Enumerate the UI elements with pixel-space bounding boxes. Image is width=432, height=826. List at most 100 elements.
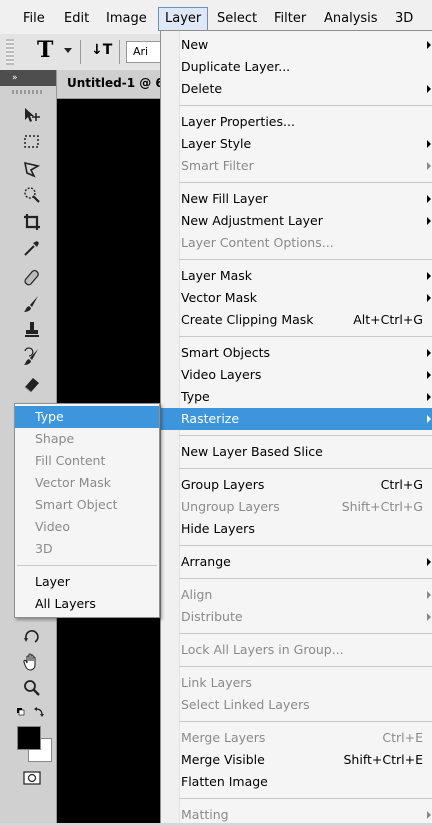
submenu-arrow-icon [427, 140, 431, 148]
menu-item-label: Layer Content Options... [181, 235, 334, 250]
rasterize-video[interactable]: Video [15, 516, 159, 538]
layer-menu-smart-objects[interactable]: Smart Objects [161, 342, 432, 364]
menu-item-label: Align [181, 587, 213, 602]
rasterize-all-layers[interactable]: All Layers [15, 593, 159, 615]
layer-menu-layer-content-options[interactable]: Layer Content Options... [161, 232, 432, 254]
rasterize-fill-content[interactable]: Fill Content [15, 450, 159, 472]
tool-preset-dropdown-icon[interactable] [64, 48, 72, 53]
layer-menu-ungroup-layers[interactable]: Ungroup Layers Shift+Ctrl+G [161, 496, 432, 518]
layer-menu-new[interactable]: New [161, 34, 432, 56]
layer-menu-lock-all-layers-in-group[interactable]: Lock All Layers in Group... [161, 639, 432, 661]
clone-stamp-tool-icon[interactable] [22, 320, 42, 340]
menu-layer[interactable]: Layer [158, 7, 209, 31]
menu-separator [179, 467, 432, 469]
menu-item-label: Link Layers [181, 675, 252, 690]
layer-menu-new-adjustment-layer[interactable]: New Adjustment Layer [161, 210, 432, 232]
rasterize-vector-mask[interactable]: Vector Mask [15, 472, 159, 494]
menu-separator [179, 434, 432, 436]
layer-menu-rasterize[interactable]: Rasterize [161, 408, 432, 430]
rasterize-shape[interactable]: Shape [15, 428, 159, 450]
rasterize-type[interactable]: Type [15, 406, 159, 428]
submenu-arrow-icon [427, 294, 431, 302]
menu-image[interactable]: Image [106, 9, 147, 29]
options-bar-grip[interactable] [6, 39, 14, 65]
menu-item-label: Delete [181, 81, 223, 96]
menu-select[interactable]: Select [217, 9, 257, 29]
eraser-tool-icon[interactable] [22, 374, 42, 394]
menu-item-label: New [181, 37, 209, 52]
layer-menu-delete[interactable]: Delete [161, 78, 432, 100]
rasterize-3d[interactable]: 3D [15, 538, 159, 560]
marquee-tool-icon[interactable] [22, 132, 42, 152]
submenu-arrow-icon [427, 558, 431, 566]
menu-item-shortcut: Shift+Ctrl+G [341, 499, 423, 514]
menu-item-label: Smart Filter [181, 158, 254, 173]
submenu-arrow-icon [427, 195, 431, 203]
layer-menu-hide-layers[interactable]: Hide Layers [161, 518, 432, 540]
layer-menu-select-linked-layers[interactable]: Select Linked Layers [161, 694, 432, 716]
quick-mask-icon[interactable] [22, 768, 42, 788]
menu-file[interactable]: File [23, 9, 45, 29]
menu-separator [179, 797, 432, 799]
menu-separator [179, 720, 432, 722]
layer-menu-align[interactable]: Align [161, 584, 432, 606]
layer-menu-vector-mask[interactable]: Vector Mask [161, 287, 432, 309]
document-tab[interactable]: Untitled-1 @ 66 [57, 70, 160, 99]
layer-menu-new-fill-layer[interactable]: New Fill Layer [161, 188, 432, 210]
brush-tool-icon[interactable] [22, 294, 42, 314]
menu-3d[interactable]: 3D [395, 9, 413, 29]
layer-menu-arrange[interactable]: Arrange [161, 551, 432, 573]
move-tool-icon[interactable] [22, 105, 42, 125]
layer-menu-distribute[interactable]: Distribute [161, 606, 432, 628]
layer-menu-duplicate-layer[interactable]: Duplicate Layer... [161, 56, 432, 78]
rasterize-submenu: Type Shape Fill Content Vector Mask Smart Ob… [14, 403, 160, 618]
layer-menu-layer-style[interactable]: Layer Style [161, 133, 432, 155]
layer-menu-video-layers[interactable]: Video Layers [161, 364, 432, 386]
healing-brush-tool-icon[interactable] [22, 268, 42, 288]
layer-menu-merge-layers[interactable]: Merge Layers Ctrl+E [161, 727, 432, 749]
layer-menu-merge-visible[interactable]: Merge Visible Shift+Ctrl+E [161, 749, 432, 771]
menu-item-label: Hide Layers [181, 521, 255, 536]
zoom-tool-icon[interactable] [22, 678, 42, 698]
menu-item-label: New Layer Based Slice [181, 444, 323, 459]
menu-item-shortcut: Alt+Ctrl+G [353, 312, 423, 327]
text-orientation-icon[interactable]: ↓T [91, 42, 112, 58]
lasso-tool-icon[interactable] [22, 159, 42, 179]
tools-collapse-icon[interactable]: » [0, 70, 56, 86]
layer-menu-type[interactable]: Type [161, 386, 432, 408]
menu-item-label: Layer Properties... [181, 114, 295, 129]
tools-grip[interactable] [12, 90, 44, 94]
layer-menu-group-layers[interactable]: Group Layers Ctrl+G [161, 474, 432, 496]
quick-selection-tool-icon[interactable] [22, 185, 42, 205]
menu-separator [179, 665, 432, 667]
menu-separator [179, 544, 432, 546]
menu-filter[interactable]: Filter [274, 9, 306, 29]
submenu-arrow-icon [427, 393, 431, 401]
history-brush-tool-icon[interactable] [22, 347, 42, 367]
submenu-arrow-icon [427, 371, 431, 379]
menu-item-label: Type [35, 409, 64, 424]
layer-menu: New Duplicate Layer... Delete Layer Propert… [160, 30, 432, 823]
layer-menu-layer-properties[interactable]: Layer Properties... [161, 111, 432, 133]
layer-menu-new-layer-based-slice[interactable]: New Layer Based Slice [161, 441, 432, 463]
layer-menu-link-layers[interactable]: Link Layers [161, 672, 432, 694]
menu-analysis[interactable]: Analysis [324, 9, 378, 29]
layer-menu-create-clipping-mask[interactable]: Create Clipping Mask Alt+Ctrl+G [161, 309, 432, 331]
menu-item-label: New Adjustment Layer [181, 213, 323, 228]
rotate-view-tool-icon[interactable] [22, 626, 42, 646]
swap-colors-icon[interactable] [16, 706, 46, 720]
type-tool-icon[interactable]: T [37, 37, 53, 63]
layer-menu-flatten-image[interactable]: Flatten Image [161, 771, 432, 793]
crop-tool-icon[interactable] [22, 212, 42, 232]
menu-edit[interactable]: Edit [64, 9, 89, 29]
menu-item-label: Rasterize [181, 411, 240, 426]
menu-item-label: Create Clipping Mask [181, 312, 314, 327]
layer-menu-smart-filter[interactable]: Smart Filter [161, 155, 432, 177]
hand-tool-icon[interactable] [22, 652, 42, 672]
eyedropper-tool-icon[interactable] [22, 238, 42, 258]
menu-item-label: Ungroup Layers [181, 499, 280, 514]
layer-menu-layer-mask[interactable]: Layer Mask [161, 265, 432, 287]
rasterize-layer[interactable]: Layer [15, 571, 159, 593]
rasterize-smart-object[interactable]: Smart Object [15, 494, 159, 516]
foreground-color-swatch[interactable] [17, 726, 41, 750]
